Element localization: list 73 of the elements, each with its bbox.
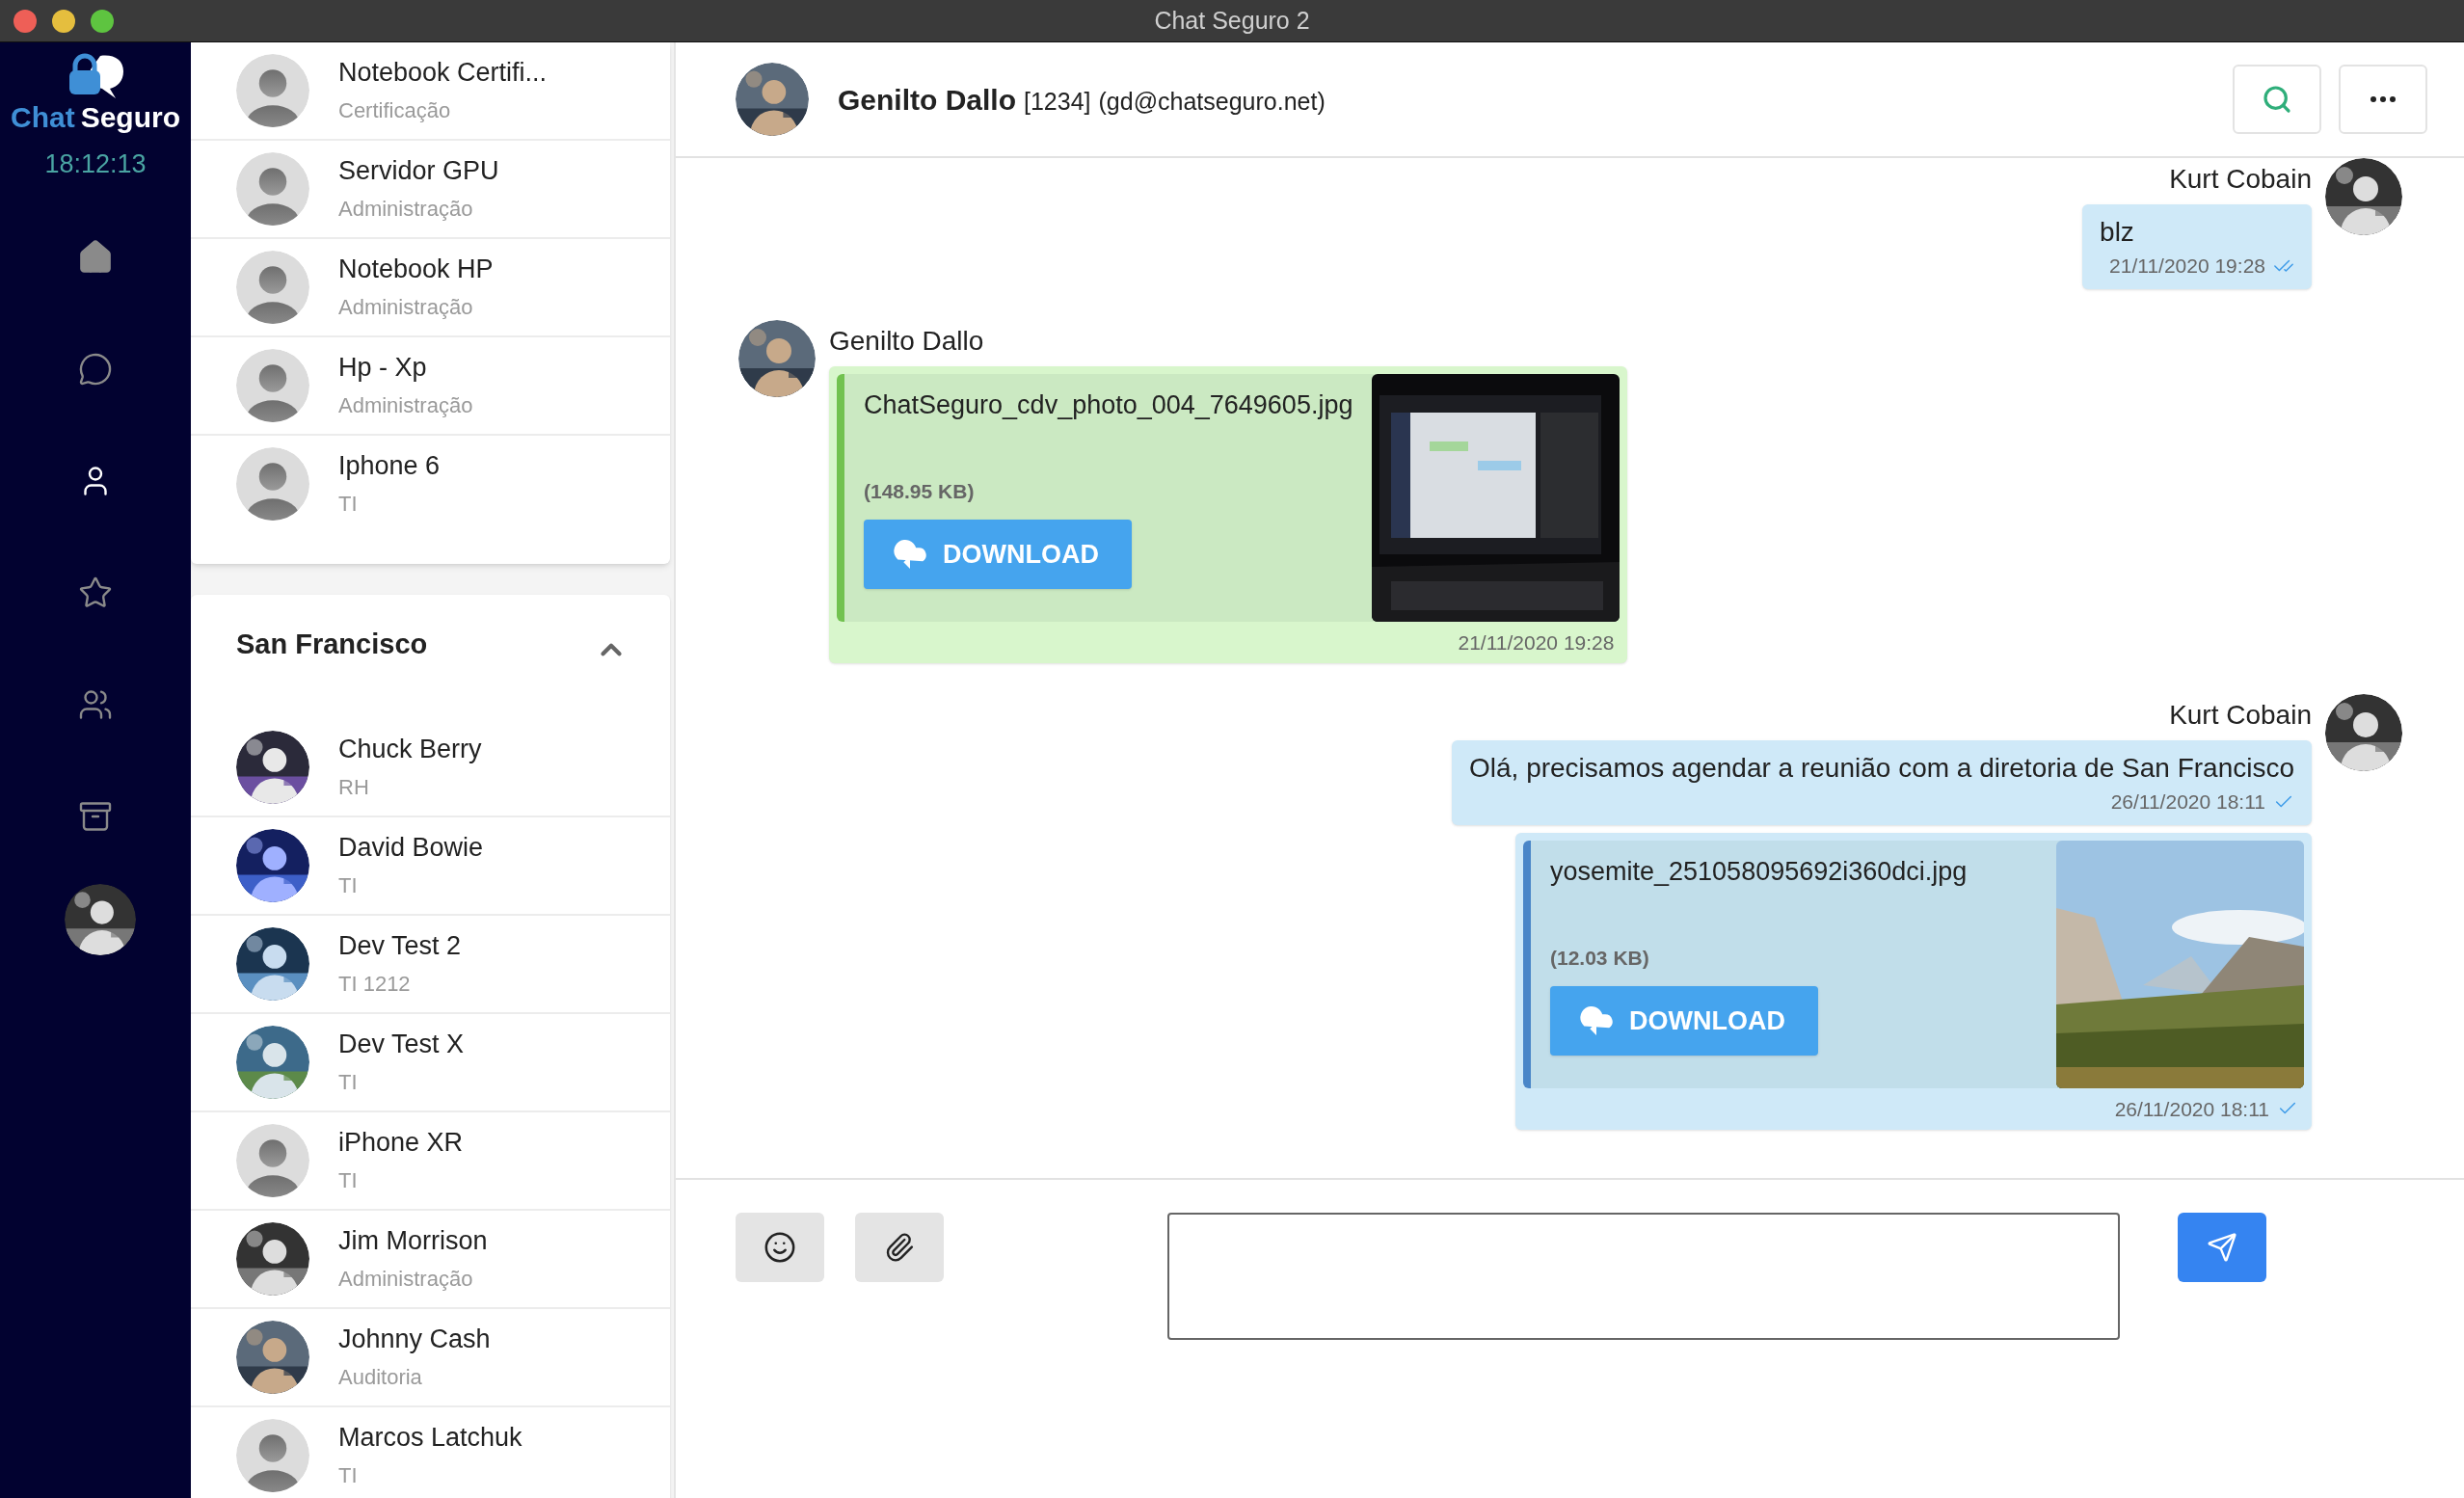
message-time: 21/11/2020 19:28 bbox=[2109, 254, 2265, 279]
contact-name: Jim Morrison bbox=[338, 1225, 489, 1257]
search-icon bbox=[2262, 84, 2292, 115]
contact-name: Dev Test 2 bbox=[338, 930, 463, 962]
contact-email: (gd@chatseguro.net) bbox=[1098, 86, 1326, 117]
minimize-window-button[interactable] bbox=[52, 10, 75, 33]
message-text: Olá, precisamos agendar a reunião com a diretoria de San Francisco bbox=[1469, 752, 2294, 785]
message-text: blz bbox=[2100, 216, 2135, 249]
contact-department: Auditoria bbox=[338, 1364, 423, 1391]
search-button[interactable] bbox=[2233, 65, 2321, 134]
contact-department: TI bbox=[338, 872, 359, 899]
contact-item[interactable]: Marcos Latchuk TI bbox=[236, 1407, 624, 1498]
contact-item[interactable]: Jim Morrison Administração bbox=[236, 1211, 624, 1307]
contact-department: Certificação bbox=[338, 97, 452, 124]
contact-item[interactable]: Notebook HP Administração bbox=[236, 239, 624, 335]
contact-name: Servidor GPU bbox=[338, 155, 500, 187]
sender-name: Genilto Dallo bbox=[829, 324, 984, 358]
logo-text: Seguro bbox=[80, 100, 180, 135]
file-name: ChatSeguro_cdv_photo_004_7649605.jpg bbox=[864, 388, 1353, 421]
attach-button[interactable] bbox=[855, 1213, 944, 1282]
contact-item[interactable]: Servidor GPU Administração bbox=[236, 141, 624, 237]
contact-department: Administração bbox=[338, 196, 474, 223]
contact-name: Notebook HP bbox=[338, 254, 495, 285]
logo-text: Chat bbox=[11, 100, 75, 135]
message-time: 21/11/2020 19:28 bbox=[1458, 629, 1615, 655]
contact-item[interactable]: Notebook Certifi... Certificação bbox=[236, 42, 624, 139]
contact-department: TI bbox=[338, 491, 359, 518]
contact-code: [1234] bbox=[1024, 86, 1091, 117]
contact-name: Hp - Xp bbox=[338, 352, 428, 384]
file-size: (12.03 KB) bbox=[1550, 945, 1650, 971]
message-time: 26/11/2020 18:11 bbox=[2110, 789, 2265, 815]
clock: 18:12:13 bbox=[44, 148, 147, 180]
close-window-button[interactable] bbox=[13, 10, 37, 33]
contact-name: Genilto Dallo bbox=[838, 82, 1016, 118]
group-title: San Francisco bbox=[236, 628, 428, 661]
contact-item[interactable]: Dev Test X TI bbox=[236, 1014, 624, 1110]
file-name: yosemite_251058095692i360dci.jpg bbox=[1550, 855, 1969, 888]
smiley-icon bbox=[763, 1231, 796, 1264]
contact-name: Iphone 6 bbox=[338, 450, 442, 482]
contact-department: TI bbox=[338, 1462, 359, 1489]
window-title: Chat Seguro 2 bbox=[1154, 5, 1310, 36]
contact-department: Administração bbox=[338, 294, 474, 321]
contact-item[interactable]: David Bowie TI bbox=[236, 817, 624, 914]
send-icon bbox=[2207, 1232, 2237, 1263]
send-button[interactable] bbox=[2178, 1213, 2266, 1282]
sender-name: Kurt Cobain bbox=[2169, 699, 2312, 732]
message-time: 26/11/2020 18:11 bbox=[2114, 1096, 2269, 1122]
contact-department: TI 1212 bbox=[338, 971, 412, 998]
message-input[interactable] bbox=[1167, 1213, 2120, 1340]
contact-department: RH bbox=[338, 774, 370, 801]
contact-item[interactable]: Chuck Berry RH bbox=[236, 719, 624, 816]
file-size: (148.95 KB) bbox=[864, 478, 976, 504]
paperclip-icon bbox=[884, 1232, 915, 1263]
contact-department: Administração bbox=[338, 392, 474, 419]
contact-department: Administração bbox=[338, 1266, 474, 1293]
contact-item[interactable]: Dev Test 2 TI 1212 bbox=[236, 916, 624, 1012]
contact-name: Johnny Cash bbox=[338, 1324, 492, 1355]
contact-name: Dev Test X bbox=[338, 1029, 466, 1060]
more-icon bbox=[2370, 96, 2396, 102]
emoji-button[interactable] bbox=[736, 1213, 824, 1282]
contact-name: Marcos Latchuk bbox=[338, 1422, 523, 1454]
contact-name: Notebook Certifi... bbox=[338, 57, 549, 89]
contact-item[interactable]: Iphone 6 TI bbox=[236, 436, 624, 532]
contact-item[interactable]: Hp - Xp Administração bbox=[236, 337, 624, 434]
contact-name: Chuck Berry bbox=[338, 734, 483, 765]
contact-name: iPhone XR bbox=[338, 1127, 465, 1159]
zoom-window-button[interactable] bbox=[91, 10, 114, 33]
contact-department: TI bbox=[338, 1069, 359, 1096]
contact-name: David Bowie bbox=[338, 832, 485, 864]
contact-item[interactable]: iPhone XR TI bbox=[236, 1112, 624, 1209]
contact-item[interactable]: Johnny Cash Auditoria bbox=[236, 1309, 624, 1405]
sender-name: Kurt Cobain bbox=[2169, 163, 2312, 196]
contact-department: TI bbox=[338, 1167, 359, 1194]
